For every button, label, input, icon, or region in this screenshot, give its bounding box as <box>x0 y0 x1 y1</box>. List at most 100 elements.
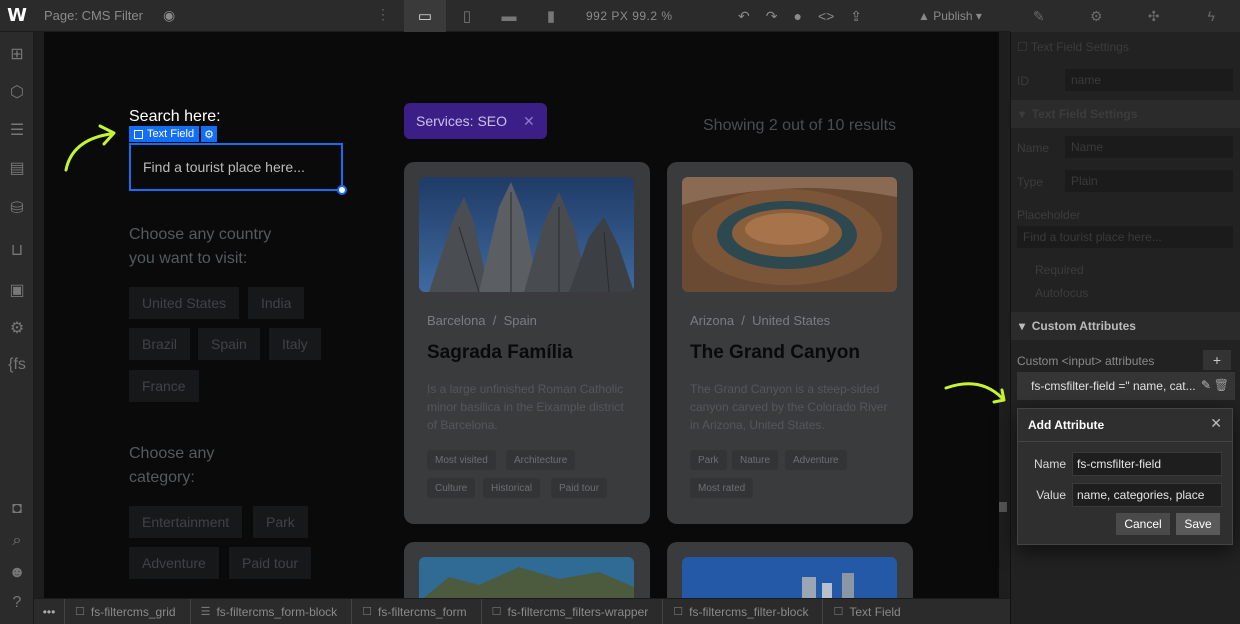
page-selector[interactable]: Page: CMS Filter <box>44 8 143 23</box>
card-description: Is a large unfinished Roman Catholic min… <box>427 382 624 432</box>
style-brush-icon[interactable]: ✎ <box>1010 0 1068 32</box>
search-icon[interactable]: ⌕ <box>0 532 34 550</box>
breadcrumb-label: fs-filtercms_form-block <box>216 604 338 619</box>
place-card[interactable]: Barcelona / Spain Sagrada Família Is a l… <box>404 162 650 524</box>
export-icon[interactable]: ⇪ <box>850 8 862 25</box>
custom-attributes-label: Custom Attributes <box>1031 319 1136 333</box>
category-chip[interactable]: Paid tour <box>229 547 312 579</box>
comments-icon[interactable]: ● <box>793 8 801 24</box>
grand-canyon-image <box>682 177 897 292</box>
breadcrumb-item[interactable]: ☐ fs-filtercms_filters-wrapper <box>480 598 663 624</box>
selected-element-tag[interactable]: Text Field <box>129 126 200 142</box>
navigator-icon[interactable]: ☰ <box>0 120 34 140</box>
users-icon[interactable]: ☻ <box>0 564 34 582</box>
category-question: Choose any category: <box>129 445 215 486</box>
canvas-scrollbar[interactable] <box>999 32 1010 598</box>
country-chip[interactable]: India <box>248 287 305 319</box>
category-chip[interactable]: Park <box>253 506 308 538</box>
lightning-icon[interactable]: ϟ <box>1183 0 1240 32</box>
section-title: Text Field Settings <box>1030 40 1129 54</box>
category-chip[interactable]: Entertainment <box>129 506 243 538</box>
symbols-cube-icon[interactable]: ⬡ <box>0 82 34 102</box>
div-block-icon: ☐ <box>362 606 372 618</box>
pencil-icon[interactable]: ✎ <box>1201 378 1211 392</box>
autofocus-checkbox[interactable]: Autofocus <box>1035 286 1088 300</box>
breadcrumb-item[interactable]: ☐ fs-filtercms_grid <box>64 598 190 624</box>
place-card-partial[interactable] <box>667 542 913 598</box>
breadcrumb-item[interactable]: ☐ fs-filtercms_form <box>351 598 481 624</box>
eye-icon[interactable]: ◉ <box>163 7 175 24</box>
design-canvas[interactable]: Search here: Text Field ⚙ Find a tourist… <box>44 32 999 598</box>
coastal-image <box>419 557 634 598</box>
element-settings-gear-icon[interactable]: ⚙ <box>201 126 217 142</box>
breadcrumb-item[interactable]: ☰ fs-filtercms_form-block <box>189 598 352 624</box>
audit-icon[interactable]: ◘ <box>0 500 34 518</box>
hint-arrow-icon <box>64 124 116 172</box>
card-tag: Architecture <box>506 450 576 470</box>
breadcrumb-label: fs-filtercms_filters-wrapper <box>507 604 649 619</box>
search-input[interactable]: Find a tourist place here... <box>129 143 343 191</box>
custom-attributes-header[interactable]: ▾ Custom Attributes <box>1011 312 1240 340</box>
card-tag: Culture <box>427 478 476 498</box>
more-vertical-icon[interactable]: ⋮ <box>376 6 390 23</box>
close-icon[interactable]: ✕ <box>1210 415 1222 432</box>
name-input[interactable]: Name <box>1065 136 1233 158</box>
card-location: Barcelona / Spain <box>427 313 537 328</box>
breadcrumb-item[interactable]: ☐ Text Field <box>822 598 914 624</box>
mobile-portrait-icon[interactable]: ▮ <box>530 0 572 32</box>
country-question: Choose any country you want to visit: <box>129 226 272 267</box>
settings-header[interactable]: ▾ Text Field Settings <box>1011 100 1240 128</box>
city-image <box>682 557 897 598</box>
resize-handle[interactable] <box>337 185 347 195</box>
code-icon[interactable]: <> <box>818 8 834 24</box>
settings-icon[interactable]: ⚙ <box>0 318 34 338</box>
add-icon[interactable]: ⊞ <box>0 44 34 64</box>
trash-icon[interactable]: 🗑 <box>1214 378 1229 392</box>
card-description: The Grand Canyon is a steep-sided canyon… <box>690 382 888 432</box>
place-card[interactable]: Arizona / United States The Grand Canyon… <box>667 162 913 524</box>
attribute-name-input[interactable] <box>1072 452 1222 476</box>
category-chip[interactable]: Adventure <box>129 547 219 579</box>
help-icon[interactable]: ? <box>0 594 34 612</box>
id-input[interactable]: name <box>1065 69 1233 91</box>
close-icon[interactable]: ✕ <box>523 113 535 130</box>
settings-gear-icon[interactable]: ⚙ <box>1068 0 1126 32</box>
tablet-icon[interactable]: ▯ <box>446 0 488 32</box>
assets-icon[interactable]: ▣ <box>0 280 34 300</box>
attribute-row[interactable]: fs-cmsfilter-field =" name, cat... ✎ 🗑 <box>1017 372 1235 400</box>
type-select[interactable]: Plain <box>1065 170 1233 192</box>
breadcrumb-item[interactable]: ☐ fs-filtercms_filter-block <box>662 598 822 624</box>
country-chip[interactable]: Italy <box>269 328 321 360</box>
webflow-designer: W Page: CMS Filter ◉ ⋮ ▭ ▯ ▬ ▮ 992 PX 99… <box>0 0 1240 624</box>
breadcrumb-label: fs-filtercms_form <box>378 604 467 619</box>
add-attribute-button[interactable]: + <box>1203 350 1231 370</box>
publish-label: Publish <box>933 9 973 23</box>
placeholder-input[interactable]: Find a tourist place here... <box>1017 226 1233 248</box>
required-checkbox[interactable]: Required <box>1035 263 1084 277</box>
active-filter-tag[interactable]: Services: SEO ✕ <box>404 103 547 139</box>
country-chip[interactable]: Brazil <box>129 328 191 360</box>
publish-button[interactable]: ▲ Publish ▾ <box>918 9 982 23</box>
place-card-partial[interactable] <box>404 542 650 598</box>
cms-database-icon[interactable]: ⛁ <box>0 198 34 218</box>
canvas-scroll-thumb[interactable] <box>999 502 1007 512</box>
cancel-button[interactable]: Cancel <box>1116 513 1170 535</box>
country-chip[interactable]: United States <box>129 287 240 319</box>
country-chip[interactable]: Spain <box>198 328 260 360</box>
country-chip[interactable]: France <box>129 370 199 402</box>
save-button[interactable]: Save <box>1176 513 1220 535</box>
ecommerce-cart-icon[interactable]: ⊔ <box>0 240 34 260</box>
undo-icon[interactable]: ↶ <box>738 8 750 25</box>
pages-icon[interactable]: ▤ <box>0 158 34 178</box>
desktop-icon[interactable]: ▭ <box>404 0 446 32</box>
interactions-icon[interactable]: ✣ <box>1125 0 1183 32</box>
redo-icon[interactable]: ↷ <box>766 8 778 25</box>
mobile-landscape-icon[interactable]: ▬ <box>488 0 530 32</box>
card-tag: Nature <box>732 450 779 470</box>
finsweet-icon[interactable]: {fs <box>0 356 34 374</box>
more-horizontal-icon[interactable]: ••• <box>34 605 64 619</box>
webflow-logo[interactable]: W <box>0 0 34 32</box>
attribute-value-input[interactable] <box>1072 483 1222 507</box>
card-tag: Park <box>690 450 727 470</box>
active-filter-label: Services: SEO <box>416 113 508 129</box>
